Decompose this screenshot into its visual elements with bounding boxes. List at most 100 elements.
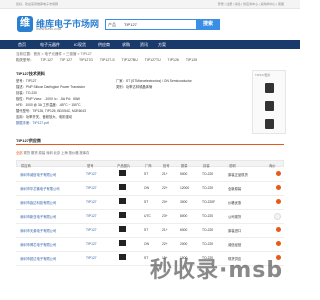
table-row[interactable]: 深圳市诚信电子有限公司 TIP127 ST 21+ 5000 TO-220 原装… xyxy=(16,167,284,182)
batch-cell: 21+ xyxy=(162,228,168,232)
filter-option[interactable]: 北京 xyxy=(54,151,61,155)
transistor-image xyxy=(265,83,274,93)
model-link[interactable]: TIP127 xyxy=(86,200,97,204)
related-link[interactable]: TIP127-S xyxy=(100,58,115,62)
table-row[interactable]: 深圳市华芯微电子有限公司 TIP127 ON 22+ 12000 TO-220 … xyxy=(16,181,284,196)
nav-item-news[interactable]: 资讯 xyxy=(140,42,148,48)
package-cell: TO-220 xyxy=(202,242,214,246)
info-row: 极性：PNP Vceo：-100V Ic：-5A Pd：65W xyxy=(16,97,80,101)
nav-item-buy[interactable]: 求购 xyxy=(122,42,130,48)
info-row: 厂家：ST (STMicroelectronics) / ON Semicond… xyxy=(116,79,192,83)
filter-option[interactable]: 现货 xyxy=(24,151,31,155)
related-link[interactable]: TIP126 xyxy=(168,58,179,62)
product-thumbnail[interactable]: TIP127图片 xyxy=(252,70,286,134)
supplier-name[interactable]: 深圳市鑫达科技有限公司 xyxy=(20,200,56,205)
note-cell: 全新原装 xyxy=(228,187,242,191)
filter-all[interactable]: 全部 xyxy=(16,151,23,155)
model-link[interactable]: TIP127 xyxy=(86,242,97,246)
batch-cell: 23+ xyxy=(162,214,168,218)
thumbnail-label: TIP127图片 xyxy=(255,73,271,77)
qty-cell: 2000 xyxy=(180,242,188,246)
filter-option[interactable]: 期货 xyxy=(31,151,38,155)
table-row[interactable]: 深圳市博芯电子有限公司 TIP127 ON 22+ 2000 TO-220 诚信… xyxy=(16,237,284,252)
info-row: 型号：TIP127 xyxy=(16,79,37,83)
related-link[interactable]: TIP125 xyxy=(186,58,197,62)
logo-mark: 维 xyxy=(17,16,33,32)
batch-cell: 22+ xyxy=(162,242,168,246)
model-link[interactable]: TIP127 xyxy=(86,186,97,190)
batch-cell: 20+ xyxy=(162,200,168,204)
note-cell: 价格优惠 xyxy=(228,201,242,205)
search-input[interactable] xyxy=(124,21,194,28)
info-row: 替代型号：TIP126, TIP125, BDX54C, MJE6043 xyxy=(16,109,86,113)
product-image xyxy=(119,240,126,246)
datasheet-link[interactable]: 数据手册：TIP127.pdf xyxy=(16,120,49,125)
inquiry-icon[interactable] xyxy=(274,213,281,220)
table-row[interactable]: 深圳市鑫达科技有限公司 TIP127 ST 20+ 3000 TO-220F 价… xyxy=(16,195,284,210)
nav-item-components[interactable]: 电子元器件 xyxy=(40,42,60,48)
package-cell: TO-220 xyxy=(202,186,214,190)
related-link[interactable]: TIP127TU xyxy=(145,58,161,62)
welcome-text: 您好，欢迎来到维库电子市场网 xyxy=(16,2,59,6)
inquiry-icon[interactable] xyxy=(276,185,281,190)
search-bar: 产品 搜索 xyxy=(105,19,220,30)
top-bar: 您好，欢迎来到维库电子市场网 登录 | 注册 | 消息 | 供应商中心 | 采购… xyxy=(0,0,300,9)
maker-cell: ST xyxy=(144,172,149,176)
info-row: 应用：功率开关、音频放大、电机驱动 xyxy=(16,115,73,119)
product-image xyxy=(119,184,126,190)
inquiry-icon[interactable] xyxy=(276,171,281,176)
related-label: 相关型号： xyxy=(16,58,34,62)
related-link[interactable]: TIP-127 xyxy=(40,58,52,62)
note-cell: 原装进口 xyxy=(228,229,242,233)
nav-item-suppliers[interactable]: 供应商 xyxy=(98,42,110,48)
nav-item-ic-stock[interactable]: IC现货 xyxy=(74,42,86,48)
maker-cell: ST xyxy=(144,256,149,260)
related-link[interactable]: TIP127BU xyxy=(122,58,138,62)
search-category-select[interactable]: 产品 xyxy=(108,22,116,28)
info-title: TIP127技术资料 xyxy=(16,71,45,76)
supplier-name[interactable]: 深圳市新亚电子有限公司 xyxy=(20,214,56,219)
model-link[interactable]: TIP127 xyxy=(86,172,97,176)
model-link[interactable]: TIP127 xyxy=(86,256,97,260)
qty-cell: 5000 xyxy=(180,172,188,176)
related-models: 相关型号： TIP-127 TIP 127 TIP127G TIP127-S T… xyxy=(16,58,284,64)
filter-option[interactable]: 上海 xyxy=(61,151,68,155)
supplier-name[interactable]: 深圳市天源电子有限公司 xyxy=(20,228,56,233)
logo-sub: WWW.DZSC.COM xyxy=(36,27,62,31)
model-link[interactable]: TIP127 xyxy=(86,228,97,232)
model-link[interactable]: TIP127 xyxy=(86,214,97,218)
supplier-name[interactable]: 深圳市华芯微电子有限公司 xyxy=(20,186,60,191)
product-image xyxy=(119,198,126,204)
info-row: 封装：TO-220 xyxy=(16,91,38,95)
product-image xyxy=(119,226,126,232)
qty-cell: 8000 xyxy=(180,214,188,218)
batch-cell: 22+ xyxy=(162,186,168,190)
maker-cell: UTC xyxy=(144,214,151,218)
table-row[interactable]: 深圳市天源电子有限公司 TIP127 ST 21+ 6000 TO-220 原装… xyxy=(16,223,284,238)
inquiry-icon[interactable] xyxy=(276,227,281,232)
package-cell: TO-220 xyxy=(202,228,214,232)
supplier-name[interactable]: 深圳市博芯电子有限公司 xyxy=(20,242,56,247)
qty-cell: 6000 xyxy=(180,228,188,232)
inquiry-icon[interactable] xyxy=(276,199,281,204)
watermark: 秒收录·msb xyxy=(150,258,284,283)
filter-option[interactable]: 深圳 xyxy=(46,151,53,155)
note-cell: 公司现货 xyxy=(228,215,242,219)
supplier-name[interactable]: 深圳市诚信电子有限公司 xyxy=(20,172,56,177)
supplier-name[interactable]: 深圳市锐达电子有限公司 xyxy=(20,256,56,261)
batch-cell: 21+ xyxy=(162,172,168,176)
related-link[interactable]: TIP127G xyxy=(79,58,93,62)
filter-option[interactable]: 按库存 xyxy=(79,151,89,155)
search-button[interactable]: 搜索 xyxy=(196,19,220,30)
filter-option[interactable]: 按价格 xyxy=(69,151,79,155)
top-links[interactable]: 登录 | 注册 | 消息 | 供应商中心 | 采购商中心 | 客服 xyxy=(218,2,284,6)
site-logo[interactable]: 维 维库电子市场网 WWW.DZSC.COM xyxy=(17,16,99,34)
table-header: 供应商 型号 产品图片 厂商 批号 数量 封装 说明 询价 xyxy=(16,160,284,168)
product-image xyxy=(119,170,126,176)
related-link[interactable]: TIP 127 xyxy=(60,58,72,62)
nav-item-solutions[interactable]: 方案 xyxy=(158,42,166,48)
nav-item-home[interactable]: 首页 xyxy=(18,42,26,48)
table-row[interactable]: 深圳市新亚电子有限公司 TIP127 UTC 23+ 8000 TO-220 公… xyxy=(16,209,284,224)
filter-option[interactable]: 原装 xyxy=(39,151,46,155)
inquiry-icon[interactable] xyxy=(276,241,281,246)
